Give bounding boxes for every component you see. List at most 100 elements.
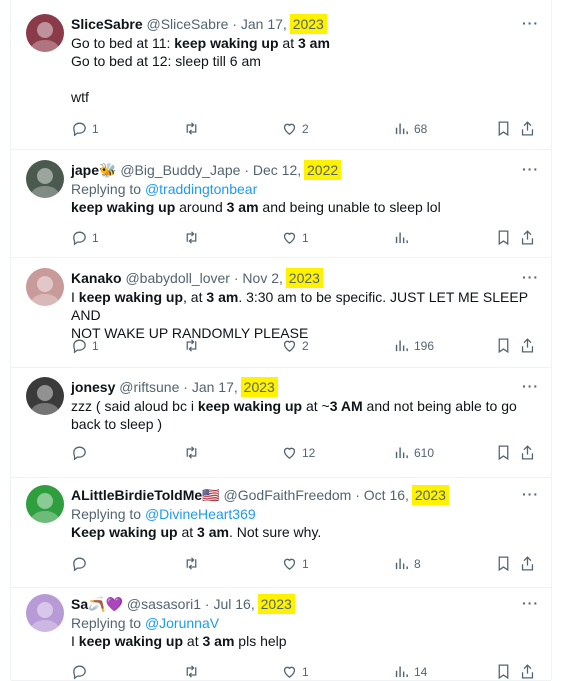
replying-to: Replying to @JorunnaV (71, 614, 539, 632)
share-icon[interactable] (519, 555, 536, 572)
tweet[interactable]: Kanako @babydoll_lover · Nov 2, 2023 ···… (11, 257, 551, 368)
avatar[interactable] (26, 377, 64, 415)
reply-button[interactable] (71, 555, 92, 572)
user-handle[interactable]: @GodFaithFreedom (224, 487, 352, 503)
tweet-text-line: Keep waking up at 3 am. Not sure why. (71, 523, 539, 541)
display-name[interactable]: Sa (71, 596, 88, 612)
bookmark-icon[interactable] (495, 555, 512, 572)
views-button[interactable]: 8 (393, 555, 421, 572)
retweet-button[interactable] (183, 337, 204, 354)
display-name[interactable]: jape (71, 162, 99, 178)
like-button[interactable]: 1 (281, 555, 309, 572)
tweet-date[interactable]: Jan 17, (241, 16, 287, 32)
share-icon[interactable] (519, 229, 536, 246)
reply-button[interactable] (71, 663, 92, 680)
tweet-feed: SliceSabre @SliceSabre · Jan 17, 2023 ··… (10, 0, 552, 681)
tweet-date[interactable]: Oct 16, (364, 487, 409, 503)
like-button[interactable]: 1 (281, 229, 309, 246)
highlighted-year[interactable]: 2023 (257, 594, 295, 614)
display-name[interactable]: SliceSabre (71, 16, 143, 32)
highlighted-year[interactable]: 2022 (304, 160, 342, 180)
bookmark-icon[interactable] (495, 120, 512, 137)
display-name[interactable]: jonesy (71, 379, 115, 395)
separator-dot: · (204, 596, 210, 612)
tweet[interactable]: jape🐝 @Big_Buddy_Jape · Dec 12, 2022 ···… (11, 149, 551, 258)
tweet[interactable]: ALittleBirdieToldMe🇺🇸 @GodFaithFreedom ·… (11, 477, 551, 588)
tweet-text-segment: keep waking up (71, 199, 176, 215)
more-options-icon[interactable]: ··· (522, 485, 539, 503)
view-count: 610 (414, 445, 435, 460)
display-name[interactable]: Kanako (71, 270, 122, 286)
like-button[interactable]: 12 (281, 444, 315, 461)
user-handle[interactable]: @sasasori1 (127, 596, 201, 612)
more-options-icon[interactable]: ··· (522, 14, 539, 32)
more-options-icon[interactable]: ··· (522, 377, 539, 395)
share-icon[interactable] (519, 120, 536, 137)
highlighted-year[interactable]: 2023 (411, 485, 449, 505)
more-options-icon[interactable]: ··· (522, 594, 539, 612)
avatar[interactable] (26, 14, 64, 52)
reply-button[interactable]: 1 (71, 337, 99, 354)
like-button[interactable]: 2 (281, 337, 309, 354)
reply-button[interactable]: 1 (71, 229, 99, 246)
replying-to-link[interactable]: @DivineHeart369 (145, 506, 256, 522)
views-button[interactable]: 14 (393, 663, 427, 680)
retweet-button[interactable] (183, 444, 204, 461)
bookmark-icon[interactable] (495, 229, 512, 246)
share-icon[interactable] (519, 337, 536, 354)
reply-button[interactable]: 1 (71, 120, 99, 137)
replying-to: Replying to @DivineHeart369 (71, 505, 539, 523)
tweet-text-segment: 3 am (226, 199, 259, 215)
user-handle[interactable]: @riftsune (119, 379, 179, 395)
display-name[interactable]: ALittleBirdieToldMe (71, 487, 202, 503)
highlighted-year[interactable]: 2023 (285, 268, 323, 288)
user-handle[interactable]: @babydoll_lover (125, 270, 230, 286)
bookmark-icon[interactable] (495, 444, 512, 461)
like-count: 1 (302, 230, 309, 245)
replying-to-link[interactable]: @JorunnaV (145, 615, 219, 631)
views-button[interactable]: 68 (393, 120, 427, 137)
tweet-text-segment: zzz ( said aloud bc i (71, 398, 198, 414)
tweet-text-line (71, 70, 539, 88)
share-icon[interactable] (519, 663, 536, 680)
retweet-button[interactable] (183, 663, 204, 680)
tweet-actions: 1 14 (71, 663, 539, 681)
avatar[interactable] (26, 160, 64, 198)
retweet-button[interactable] (183, 555, 204, 572)
tweet-date[interactable]: Jul 16, (213, 596, 254, 612)
tweet[interactable]: SliceSabre @SliceSabre · Jan 17, 2023 ··… (11, 0, 551, 150)
tweet-text-line: zzz ( said aloud bc i keep waking up at … (71, 397, 539, 415)
tweet[interactable]: Sa🪃💜 @sasasori1 · Jul 16, 2023 ··· Reply… (11, 587, 551, 681)
tweet-date[interactable]: Dec 12, (253, 162, 301, 178)
tweet-date[interactable]: Nov 2, (242, 270, 282, 286)
reply-button[interactable] (71, 444, 92, 461)
more-options-icon[interactable]: ··· (522, 268, 539, 286)
avatar[interactable] (26, 594, 64, 632)
replying-to-link[interactable]: @traddingtonbear (145, 181, 257, 197)
avatar[interactable] (26, 268, 64, 306)
user-handle[interactable]: @Big_Buddy_Jape (120, 162, 240, 178)
views-button[interactable] (393, 229, 414, 246)
separator-dot: · (233, 270, 239, 286)
tweet-text-segment: around (175, 199, 227, 215)
replying-to: Replying to @traddingtonbear (71, 180, 539, 198)
bookmark-icon[interactable] (495, 663, 512, 680)
views-button[interactable]: 610 (393, 444, 434, 461)
like-button[interactable]: 1 (281, 663, 309, 680)
more-options-icon[interactable]: ··· (522, 160, 539, 178)
tweet-text-segment: . Not sure why. (228, 524, 322, 540)
tweet-header: jonesy @riftsune · Jan 17, 2023 ··· (71, 377, 539, 397)
retweet-button[interactable] (183, 229, 204, 246)
user-handle[interactable]: @SliceSabre (147, 16, 229, 32)
tweet-date[interactable]: Jan 17, (192, 379, 238, 395)
tweet-text-segment: 3 am (202, 633, 235, 649)
retweet-button[interactable] (183, 120, 204, 137)
bookmark-icon[interactable] (495, 337, 512, 354)
like-button[interactable]: 2 (281, 120, 309, 137)
views-button[interactable]: 196 (393, 337, 434, 354)
highlighted-year[interactable]: 2023 (240, 377, 278, 397)
highlighted-year[interactable]: 2023 (289, 14, 327, 34)
share-icon[interactable] (519, 444, 536, 461)
tweet[interactable]: jonesy @riftsune · Jan 17, 2023 ··· zzz … (11, 367, 551, 478)
avatar[interactable] (26, 485, 64, 523)
